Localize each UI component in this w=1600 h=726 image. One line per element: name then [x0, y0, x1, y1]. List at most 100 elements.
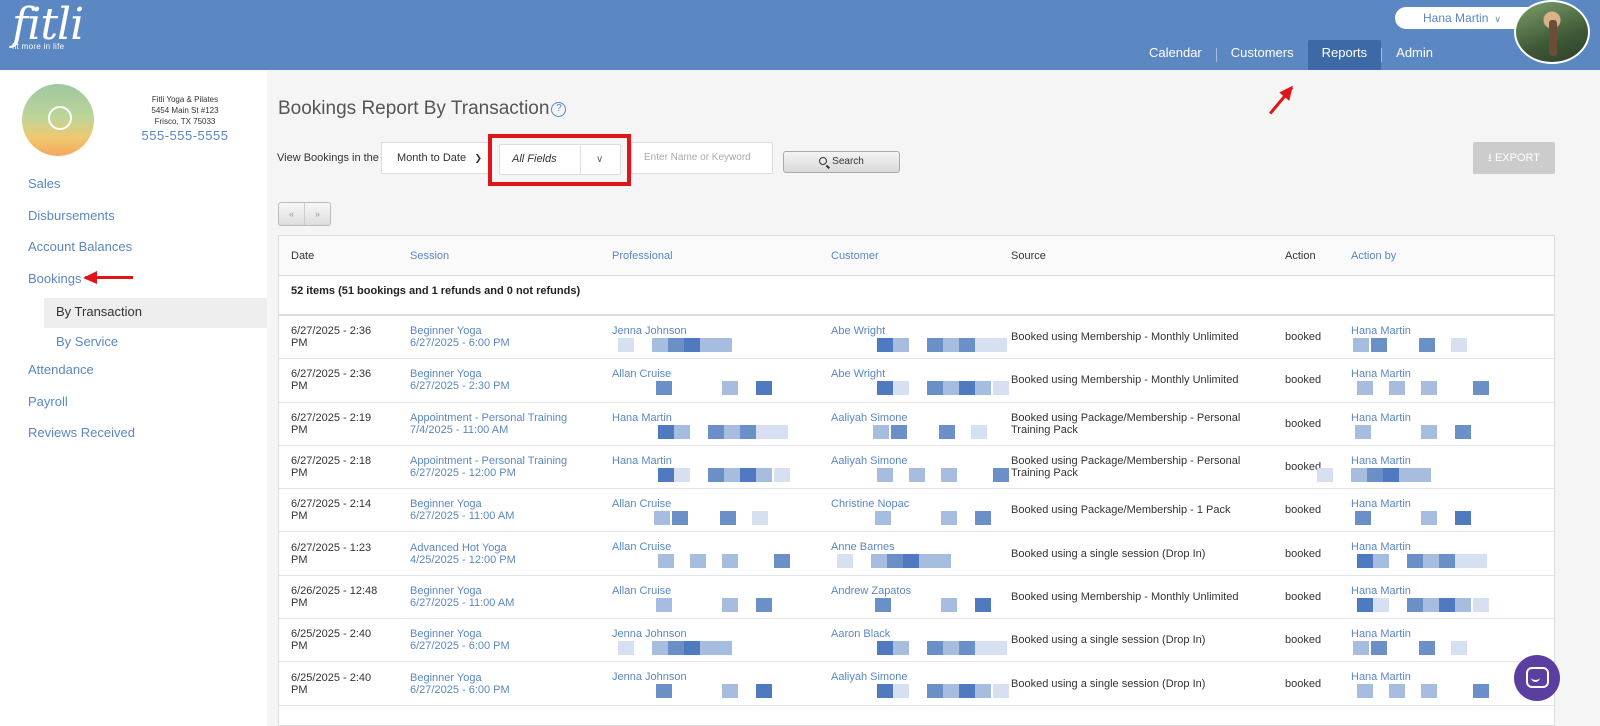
- row-action-by[interactable]: Hana Martin: [1351, 619, 1554, 661]
- sidebar-item-sales[interactable]: Sales: [0, 172, 267, 204]
- help-icon[interactable]: ?: [551, 102, 567, 117]
- row-action-by-name[interactable]: Hana Martin: [1351, 498, 1411, 510]
- sidebar-item-payroll[interactable]: Payroll: [0, 390, 267, 422]
- row-customer-name[interactable]: Anne Barnes: [831, 541, 895, 553]
- row-session-name[interactable]: Beginner Yoga: [410, 368, 612, 380]
- col-session[interactable]: Session: [410, 250, 612, 262]
- row-customer[interactable]: Anne Barnes: [831, 532, 1011, 574]
- row-professional[interactable]: Hana Martin: [612, 403, 831, 445]
- row-professional[interactable]: Jenna Johnson: [612, 316, 831, 358]
- fitli-logo[interactable]: fitli fit more in life: [12, 2, 84, 52]
- row-customer-name[interactable]: Aaliyah Simone: [831, 671, 907, 683]
- row-action-by-name[interactable]: Hana Martin: [1351, 585, 1411, 597]
- col-action-by[interactable]: Action by: [1351, 250, 1554, 262]
- row-session[interactable]: Beginner Yoga 6/27/2025 - 11:00 AM: [410, 498, 612, 522]
- row-action-by[interactable]: Hana Martin: [1351, 489, 1554, 531]
- row-session-name[interactable]: Beginner Yoga: [410, 498, 612, 510]
- row-session[interactable]: Beginner Yoga 6/27/2025 - 6:00 PM: [410, 628, 612, 652]
- row-session[interactable]: Beginner Yoga 6/27/2025 - 2:30 PM: [410, 368, 612, 392]
- row-action-by-name[interactable]: Hana Martin: [1351, 368, 1411, 380]
- row-customer-name[interactable]: Christine Nopac: [831, 498, 909, 510]
- row-session[interactable]: Beginner Yoga 6/27/2025 - 6:00 PM: [410, 672, 612, 696]
- row-session-name[interactable]: Advanced Hot Yoga: [410, 542, 612, 554]
- row-session-time[interactable]: 6/27/2025 - 2:30 PM: [410, 380, 612, 392]
- row-action-by[interactable]: Hana Martin: [1351, 316, 1554, 358]
- row-customer[interactable]: Aaliyah Simone: [831, 403, 1011, 445]
- row-action-by[interactable]: Hana Martin: [1317, 446, 1554, 488]
- sidebar-item-reviews-received[interactable]: Reviews Received: [0, 421, 267, 453]
- row-action-by-name[interactable]: Hana Martin: [1351, 455, 1411, 467]
- row-action-by-name[interactable]: Hana Martin: [1351, 628, 1411, 640]
- row-customer-name[interactable]: Aaliyah Simone: [831, 412, 907, 424]
- row-session[interactable]: Beginner Yoga 6/27/2025 - 6:00 PM: [410, 325, 612, 349]
- row-customer[interactable]: Aaliyah Simone: [831, 662, 1011, 704]
- sidebar-item-bookings[interactable]: Bookings: [0, 267, 267, 299]
- nav-customers[interactable]: Customers: [1217, 40, 1308, 70]
- row-professional-name[interactable]: Allan Cruise: [612, 368, 671, 380]
- user-avatar[interactable]: [1514, 0, 1590, 64]
- keyword-search-input[interactable]: Enter Name or Keyword: [631, 142, 773, 174]
- row-session-time[interactable]: 6/27/2025 - 6:00 PM: [410, 684, 612, 696]
- row-professional-name[interactable]: Hana Martin: [612, 412, 672, 424]
- nav-reports[interactable]: Reports: [1307, 40, 1382, 70]
- row-professional-name[interactable]: Hana Martin: [612, 455, 672, 467]
- row-customer-name[interactable]: Aaliyah Simone: [831, 455, 907, 467]
- row-action-by[interactable]: Hana Martin: [1351, 359, 1554, 401]
- row-action-by[interactable]: Hana Martin: [1351, 532, 1554, 574]
- sidebar-item-by-transaction[interactable]: By Transaction: [44, 298, 267, 328]
- row-customer-name[interactable]: Abe Wright: [831, 325, 885, 337]
- col-date[interactable]: Date: [279, 250, 410, 262]
- row-customer[interactable]: Abe Wright: [831, 316, 1011, 358]
- row-session-name[interactable]: Beginner Yoga: [410, 672, 612, 684]
- pager-prev-button[interactable]: «: [279, 203, 305, 225]
- row-session-name[interactable]: Beginner Yoga: [410, 325, 612, 337]
- nav-calendar[interactable]: Calendar: [1135, 40, 1216, 70]
- sidebar-item-disbursements[interactable]: Disbursements: [0, 204, 267, 236]
- row-session[interactable]: Beginner Yoga 6/27/2025 - 11:00 AM: [410, 585, 612, 609]
- row-professional-name[interactable]: Jenna Johnson: [612, 325, 687, 337]
- row-session-name[interactable]: Beginner Yoga: [410, 585, 612, 597]
- row-session-time[interactable]: 6/27/2025 - 12:00 PM: [410, 467, 612, 479]
- col-source[interactable]: Source: [1011, 250, 1285, 262]
- row-session-name[interactable]: Beginner Yoga: [410, 628, 612, 640]
- row-session[interactable]: Appointment - Personal Training 7/4/2025 …: [410, 412, 612, 436]
- row-session-time[interactable]: 6/27/2025 - 6:00 PM: [410, 337, 612, 349]
- row-action-by-name[interactable]: Hana Martin: [1351, 541, 1411, 553]
- row-customer-name[interactable]: Abe Wright: [831, 368, 885, 380]
- row-professional[interactable]: Allan Cruise: [612, 532, 831, 574]
- row-action-by[interactable]: Hana Martin: [1351, 576, 1554, 618]
- row-session[interactable]: Advanced Hot Yoga 4/25/2025 - 12:00 PM: [410, 542, 612, 566]
- col-action[interactable]: Action: [1285, 250, 1351, 262]
- nav-admin[interactable]: Admin: [1382, 40, 1447, 70]
- row-customer[interactable]: Abe Wright: [831, 359, 1011, 401]
- row-session-time[interactable]: 6/27/2025 - 11:00 AM: [410, 597, 612, 609]
- row-action-by-name[interactable]: Hana Martin: [1351, 671, 1411, 683]
- row-professional[interactable]: Hana Martin: [612, 446, 831, 488]
- row-session[interactable]: Appointment - Personal Training 6/27/2025…: [410, 455, 612, 479]
- row-professional-name[interactable]: Jenna Johnson: [612, 628, 687, 640]
- row-session-time[interactable]: 4/25/2025 - 12:00 PM: [410, 554, 612, 566]
- col-professional[interactable]: Professional: [612, 250, 831, 262]
- chat-icon[interactable]: [1514, 655, 1560, 701]
- row-session-time[interactable]: 6/27/2025 - 11:00 AM: [410, 510, 612, 522]
- row-professional-name[interactable]: Jenna Johnson: [612, 671, 687, 683]
- row-professional-name[interactable]: Allan Cruise: [612, 498, 671, 510]
- pager-next-button[interactable]: »: [305, 203, 330, 225]
- row-action-by-name[interactable]: Hana Martin: [1351, 412, 1411, 424]
- row-action-by[interactable]: Hana Martin: [1351, 403, 1554, 445]
- row-customer[interactable]: Andrew Zapatos: [831, 576, 1011, 618]
- row-customer[interactable]: Christine Nopac: [831, 489, 1011, 531]
- sidebar-item-attendance[interactable]: Attendance: [0, 358, 267, 390]
- row-professional[interactable]: Allan Cruise: [612, 359, 831, 401]
- row-professional[interactable]: Allan Cruise: [612, 576, 831, 618]
- row-professional[interactable]: Allan Cruise: [612, 489, 831, 531]
- row-professional[interactable]: Jenna Johnson: [612, 662, 831, 704]
- sidebar-item-by-service[interactable]: By Service: [0, 328, 267, 358]
- col-customer[interactable]: Customer: [831, 250, 1011, 262]
- row-professional-name[interactable]: Allan Cruise: [612, 585, 671, 597]
- row-session-name[interactable]: Appointment - Personal Training: [410, 412, 612, 424]
- row-customer[interactable]: Aaron Black: [831, 619, 1011, 661]
- row-professional-name[interactable]: Allan Cruise: [612, 541, 671, 553]
- search-button[interactable]: Search: [783, 151, 900, 173]
- row-session-time[interactable]: 7/4/2025 - 11:00 AM: [410, 424, 612, 436]
